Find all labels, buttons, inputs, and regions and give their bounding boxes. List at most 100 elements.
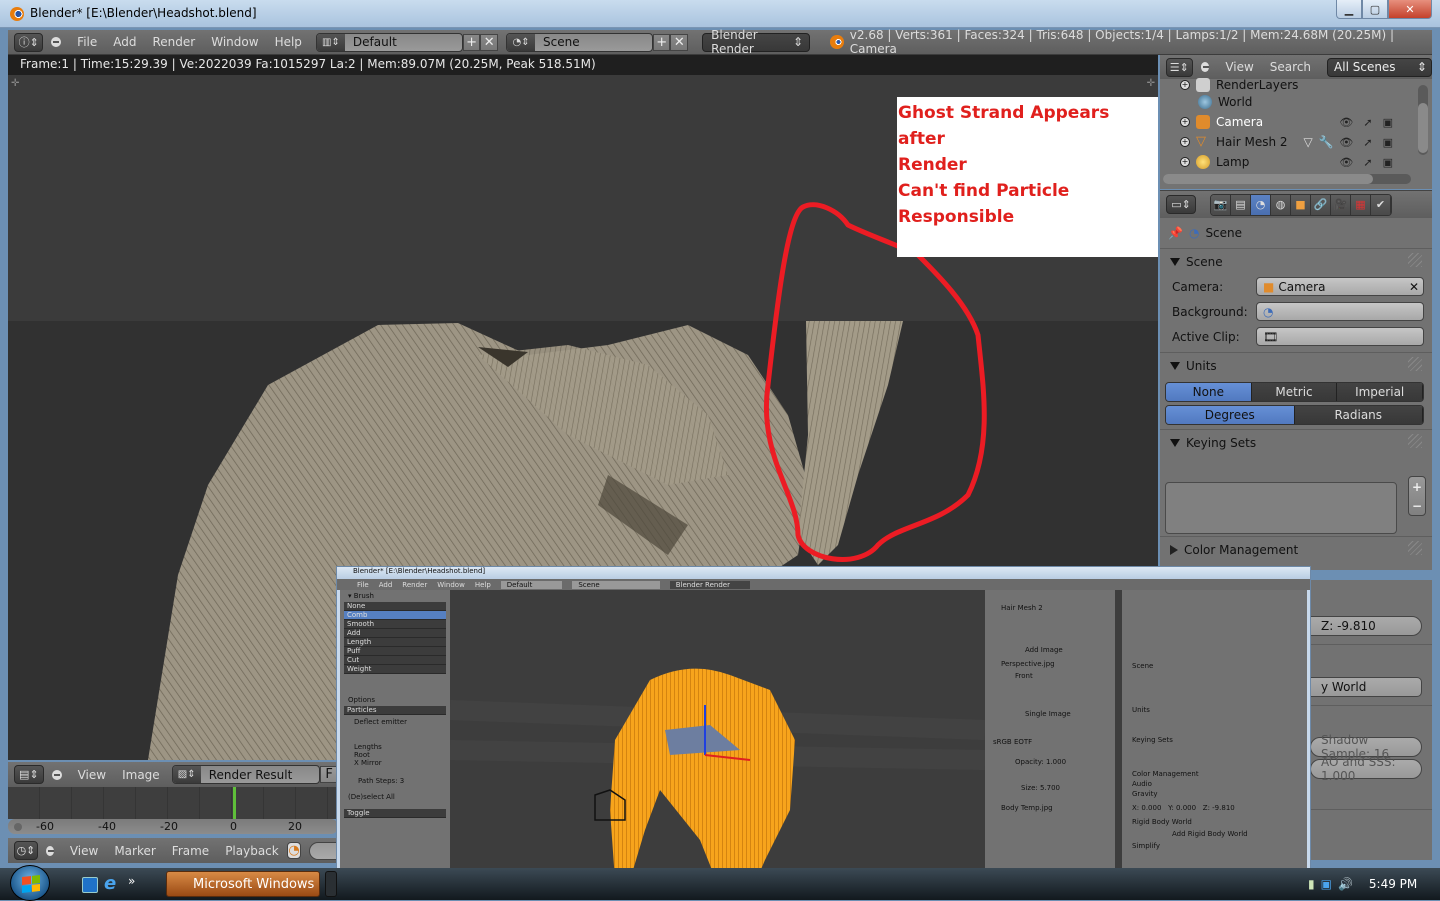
display-mode-dropdown[interactable]: All Scenes ⇕: [1327, 57, 1432, 77]
cursor-icon[interactable]: ➚: [1363, 116, 1372, 129]
tab-scene[interactable]: ◔: [1251, 194, 1271, 215]
timeline-area[interactable]: [8, 787, 338, 819]
panel-grip-icon[interactable]: [1408, 357, 1422, 371]
tab-object[interactable]: ■: [1291, 194, 1311, 215]
collapse-menu-icon[interactable]: [45, 845, 54, 856]
ao-sss-field[interactable]: AO and SSS: 1.000: [1310, 755, 1422, 783]
menu-file[interactable]: File: [69, 35, 105, 49]
editor-type-selector[interactable]: ▭⇕: [1166, 195, 1196, 214]
expand-icon[interactable]: +: [1180, 137, 1190, 147]
render-icon[interactable]: ▣: [1383, 116, 1393, 129]
delete-screen-button[interactable]: ✕: [480, 33, 499, 51]
menu-image[interactable]: Image: [114, 768, 168, 782]
preview-range-icon[interactable]: ◔: [286, 842, 302, 859]
more-quicklaunch-icon[interactable]: »: [128, 874, 144, 890]
editor-type-selector[interactable]: ☰⇕: [1166, 57, 1193, 77]
collapse-menu-icon[interactable]: [51, 769, 62, 780]
expand-icon[interactable]: +: [1180, 80, 1190, 90]
horizontal-scrollbar[interactable]: [1163, 174, 1411, 184]
eye-icon[interactable]: 👁: [1339, 116, 1353, 129]
corner-handle-icon[interactable]: ✛: [1147, 78, 1155, 89]
unit-none-button[interactable]: None: [1166, 383, 1252, 401]
panel-grip-icon[interactable]: [1408, 253, 1422, 267]
menu-view[interactable]: View: [1217, 60, 1261, 74]
add-scene-button[interactable]: +: [652, 33, 671, 51]
active-clip-field[interactable]: 🎞: [1256, 327, 1424, 346]
minimize-button[interactable]: ▁: [1336, 0, 1362, 19]
camera-field[interactable]: ■ Camera ✕: [1256, 277, 1424, 296]
screen-layout-selector[interactable]: ▥⇕ Default: [315, 32, 463, 52]
editor-type-selector[interactable]: ▤⇕: [14, 765, 44, 784]
vertical-scrollbar[interactable]: [1418, 85, 1428, 155]
clear-icon[interactable]: ✕: [1409, 280, 1419, 294]
menu-add[interactable]: Add: [105, 35, 144, 49]
tab-render[interactable]: 📷: [1211, 194, 1231, 215]
render-engine-dropdown[interactable]: Blender Render ⇕: [702, 28, 811, 56]
clock[interactable]: 5:49 PM: [1369, 877, 1417, 891]
collapse-menu-icon[interactable]: [51, 37, 62, 47]
editor-type-selector[interactable]: ◷⇕: [14, 841, 38, 860]
outliner-item[interactable]: World: [1160, 92, 1415, 112]
outliner-item[interactable]: + Lamp 👁 ➚ ▣: [1160, 152, 1415, 172]
collapse-menu-icon[interactable]: [1200, 62, 1210, 72]
outliner-item[interactable]: + Camera 👁 ➚ ▣: [1160, 112, 1415, 132]
power-icon[interactable]: ▮: [1308, 877, 1315, 891]
corner-handle-icon[interactable]: ✛: [11, 78, 19, 89]
panel-scene-header[interactable]: Scene: [1160, 248, 1432, 274]
tab-material[interactable]: ▦: [1351, 194, 1371, 215]
eye-icon[interactable]: 👁: [1339, 156, 1353, 169]
tab-data[interactable]: 🎥: [1331, 194, 1351, 215]
taskbar-button[interactable]: [325, 871, 337, 897]
outliner-item[interactable]: + ▽ Hair Mesh 2 ▽ 🔧 👁 ➚ ▣: [1160, 132, 1415, 152]
render-icon[interactable]: ▣: [1383, 136, 1393, 149]
background-field[interactable]: ◔: [1256, 302, 1424, 321]
add-rigid-body-world-button[interactable]: y World: [1310, 677, 1422, 697]
image-name[interactable]: Render Result: [201, 768, 301, 782]
menu-marker[interactable]: Marker: [106, 844, 163, 858]
current-frame-cursor[interactable]: [233, 787, 236, 819]
gravity-z-field[interactable]: Z: -9.810: [1310, 616, 1422, 636]
remove-keying-set-button[interactable]: −: [1412, 499, 1422, 513]
pin-icon[interactable]: 📌: [1168, 226, 1183, 240]
delete-scene-button[interactable]: ✕: [670, 33, 689, 51]
tab-render-layers[interactable]: ▤: [1231, 194, 1251, 215]
add-screen-button[interactable]: +: [462, 33, 481, 51]
maximize-button[interactable]: ▢: [1362, 0, 1388, 19]
menu-playback[interactable]: Playback: [217, 844, 287, 858]
add-keying-set-button[interactable]: +: [1412, 480, 1422, 494]
media-player-icon[interactable]: [82, 877, 98, 893]
tab-particles[interactable]: ✔: [1371, 194, 1391, 215]
panel-color-management-header[interactable]: Color Management: [1160, 536, 1432, 562]
start-frame-field[interactable]: [309, 841, 338, 860]
panel-grip-icon[interactable]: [1408, 434, 1422, 448]
menu-window[interactable]: Window: [203, 35, 266, 49]
tab-world[interactable]: ◍: [1271, 194, 1291, 215]
cursor-icon[interactable]: ➚: [1363, 136, 1372, 149]
taskbar-button-active[interactable]: Microsoft Windows: [166, 871, 320, 897]
menu-view[interactable]: View: [70, 768, 114, 782]
render-icon[interactable]: ▣: [1383, 156, 1393, 169]
image-browse-selector[interactable]: ▨⇕ Render Result: [171, 765, 321, 784]
scene-selector[interactable]: ◔⇕ Scene: [506, 32, 653, 52]
start-button[interactable]: [10, 865, 50, 901]
close-button[interactable]: ✕: [1388, 0, 1432, 19]
cursor-icon[interactable]: ➚: [1363, 156, 1372, 169]
tab-constraints[interactable]: 🔗: [1311, 194, 1331, 215]
volume-icon[interactable]: 🔊: [1338, 877, 1353, 891]
expand-icon[interactable]: +: [1180, 117, 1190, 127]
screen-layout-name[interactable]: Default: [345, 35, 405, 49]
panel-keying-sets-header[interactable]: Keying Sets: [1160, 429, 1432, 455]
scroll-handle-icon[interactable]: [14, 822, 22, 831]
unit-metric-button[interactable]: Metric: [1251, 383, 1338, 401]
scene-name[interactable]: Scene: [535, 35, 588, 49]
menu-search[interactable]: Search: [1262, 60, 1319, 74]
unit-imperial-button[interactable]: Imperial: [1337, 383, 1423, 401]
editor-type-selector[interactable]: ⓘ⇕: [14, 32, 44, 52]
menu-help[interactable]: Help: [267, 35, 310, 49]
menu-frame[interactable]: Frame: [164, 844, 217, 858]
menu-render[interactable]: Render: [145, 35, 204, 49]
internet-explorer-icon[interactable]: e: [104, 873, 120, 894]
degrees-button[interactable]: Degrees: [1166, 406, 1295, 424]
network-icon[interactable]: ▣: [1321, 877, 1332, 891]
radians-button[interactable]: Radians: [1294, 406, 1423, 424]
